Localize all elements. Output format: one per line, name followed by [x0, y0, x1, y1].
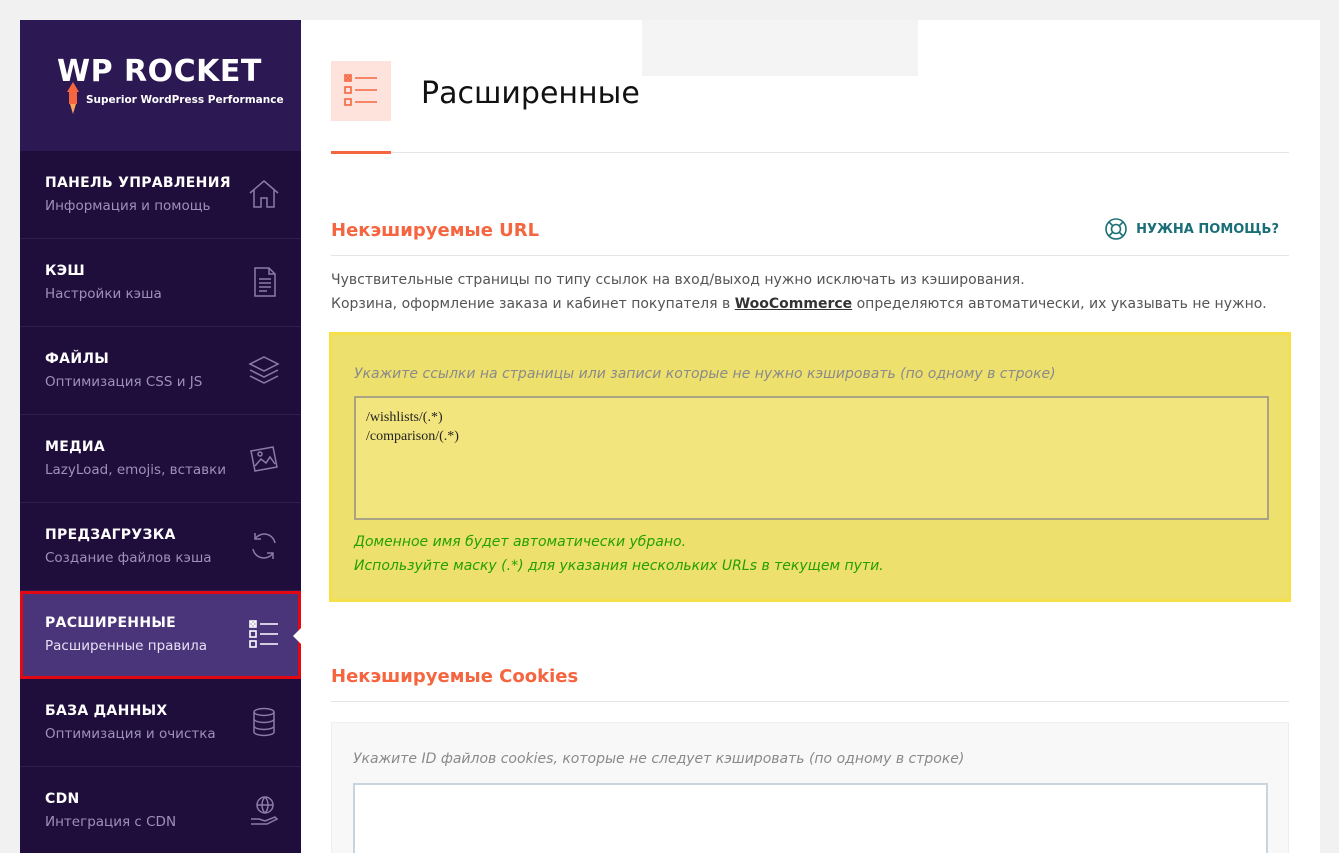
- field-hint-mask: Используйте маску (.*) для указания неск…: [354, 558, 884, 574]
- section-divider: [331, 255, 1289, 256]
- never-cache-urls-label: Укажите ссылки на страницы или записи ко…: [354, 366, 1056, 382]
- sidebar-item-subtitle: Оптимизация и очистка: [45, 726, 216, 742]
- section-description: Чувствительные страницы по типу ссылок н…: [331, 268, 1267, 316]
- sidebar: WP ROCKET Superior WordPress Performance…: [20, 20, 301, 853]
- globe-hand-icon: [251, 796, 279, 825]
- help-link[interactable]: НУЖНА ПОМОЩЬ?: [1104, 217, 1279, 241]
- main-content: Расширенные Некэшируемые URL НУЖНА ПОМОЩ…: [329, 20, 1291, 853]
- sidebar-item-subtitle: Оптимизация CSS и JS: [45, 374, 203, 390]
- sidebar-item-cache[interactable]: КЭШ Настройки кэша: [20, 239, 301, 327]
- sidebar-item-files[interactable]: ФАЙЛЫ Оптимизация CSS и JS: [20, 327, 301, 415]
- sidebar-item-title: ПАНЕЛЬ УПРАВЛЕНИЯ: [45, 175, 231, 191]
- app-window: WP ROCKET Superior WordPress Performance…: [20, 20, 1320, 853]
- page-title: Расширенные: [421, 76, 640, 111]
- logo-title: WP ROCKET: [57, 54, 262, 89]
- never-cache-cookies-label: Укажите ID файлов cookies, которые не сл…: [353, 751, 965, 767]
- section-title-never-cache-cookies: Некэшируемые Cookies: [331, 666, 579, 687]
- sidebar-item-title: CDN: [45, 791, 80, 807]
- header-divider: [331, 152, 1289, 153]
- logo-subtitle: Superior WordPress Performance: [86, 94, 284, 106]
- sidebar-item-title: ПРЕДЗАГРУЗКА: [45, 527, 176, 543]
- sidebar-item-preload[interactable]: ПРЕДЗАГРУЗКА Создание файлов кэша: [20, 503, 301, 591]
- description-line-1: Чувствительные страницы по типу ссылок н…: [331, 272, 1025, 288]
- database-icon: [253, 707, 275, 737]
- section-divider: [331, 701, 1289, 702]
- never-cache-cookies-field: Укажите ID файлов cookies, которые не сл…: [331, 722, 1289, 853]
- sidebar-item-title: ФАЙЛЫ: [45, 351, 110, 367]
- never-cache-cookies-textarea[interactable]: [353, 783, 1268, 853]
- checklist-icon: [344, 74, 377, 106]
- sidebar-item-database[interactable]: БАЗА ДАННЫХ Оптимизация и очистка: [20, 679, 301, 767]
- sidebar-item-title: КЭШ: [45, 263, 85, 279]
- sidebar-item-subtitle: LazyLoad, emojis, вставки: [45, 462, 227, 478]
- active-pointer: [293, 628, 301, 644]
- rocket-icon: [67, 82, 79, 114]
- help-link-label: НУЖНА ПОМОЩЬ?: [1136, 221, 1279, 237]
- checklist-icon: [249, 620, 278, 648]
- sidebar-item-subtitle: Информация и помощь: [45, 198, 211, 214]
- sidebar-item-title: БАЗА ДАННЫХ: [45, 703, 168, 719]
- images-icon: [250, 446, 278, 472]
- document-icon: [254, 267, 276, 297]
- layers-icon: [248, 356, 280, 384]
- sidebar-item-subtitle: Настройки кэша: [45, 286, 162, 302]
- refresh-icon: [252, 533, 276, 559]
- woocommerce-link[interactable]: WooCommerce: [735, 296, 852, 312]
- sidebar-item-advanced[interactable]: РАСШИРЕННЫЕ Расширенные правила: [20, 591, 301, 679]
- home-icon: [249, 180, 279, 208]
- description-line-2: Корзина, оформление заказа и кабинет пок…: [331, 292, 1267, 316]
- section-title-never-cache-urls: Некэшируемые URL: [331, 220, 540, 241]
- never-cache-urls-field: Укажите ссылки на страницы или записи ко…: [329, 332, 1291, 602]
- description-line-2-pre: Корзина, оформление заказа и кабинет пок…: [331, 296, 735, 312]
- page-header-icon: [331, 61, 391, 121]
- header-accent-bar: [331, 151, 391, 154]
- lifebuoy-icon: [1105, 218, 1127, 240]
- sidebar-item-title: МЕДИА: [45, 439, 106, 455]
- field-hint-domain: Доменное имя будет автоматически убрано.: [354, 534, 687, 550]
- description-line-2-post: определяются автоматически, их указывать…: [852, 296, 1267, 312]
- sidebar-item-dashboard[interactable]: ПАНЕЛЬ УПРАВЛЕНИЯ Информация и помощь: [20, 151, 301, 239]
- sidebar-item-subtitle: Интеграция с CDN: [45, 814, 177, 830]
- logo[interactable]: WP ROCKET Superior WordPress Performance: [20, 20, 301, 151]
- sidebar-item-subtitle: Расширенные правила: [45, 638, 208, 654]
- never-cache-urls-textarea[interactable]: /wishlists/(.*) /comparison/(.*): [354, 396, 1269, 520]
- top-overlay: [642, 20, 918, 76]
- sidebar-item-cdn[interactable]: CDN Интеграция с CDN: [20, 767, 301, 853]
- sidebar-item-subtitle: Создание файлов кэша: [45, 550, 212, 566]
- sidebar-item-title: РАСШИРЕННЫЕ: [45, 615, 177, 631]
- sidebar-item-media[interactable]: МЕДИА LazyLoad, emojis, вставки: [20, 415, 301, 503]
